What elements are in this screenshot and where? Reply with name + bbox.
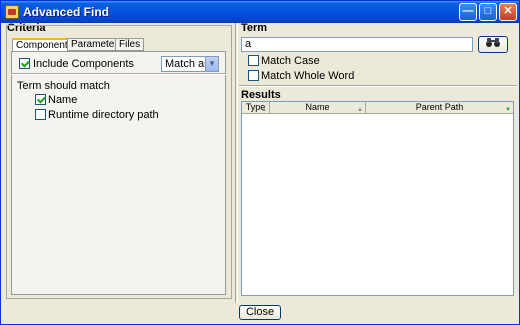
- column-header-name[interactable]: Name ▲: [270, 102, 366, 114]
- results-title: Results: [241, 89, 281, 101]
- match-whole-word-checkbox[interactable]: [248, 70, 259, 81]
- term-input-value: a: [245, 38, 252, 50]
- tab-files[interactable]: Files: [115, 38, 145, 51]
- term-title: Term: [241, 22, 268, 34]
- sort-icon: ▲: [261, 107, 267, 113]
- column-header-name-label: Name: [305, 102, 330, 112]
- column-header-parent-path[interactable]: Parent Path ▼: [366, 102, 513, 114]
- app-icon: [5, 5, 19, 19]
- match-case-checkbox[interactable]: [248, 55, 259, 66]
- match-case-label: Match Case: [261, 55, 320, 67]
- maximize-button[interactable]: □: [479, 3, 497, 21]
- include-components-label: Include Components: [33, 58, 134, 70]
- term-separator: [239, 85, 517, 87]
- close-window-button[interactable]: ✕: [499, 3, 517, 21]
- results-table[interactable]: Type ▲ Name ▲ Parent Path ▼: [241, 101, 514, 296]
- close-button[interactable]: Close: [239, 305, 281, 320]
- term-input[interactable]: a: [241, 37, 473, 52]
- column-header-parent-path-label: Parent Path: [415, 102, 464, 112]
- sort-icon: ▲: [357, 107, 363, 113]
- advanced-find-window: Advanced Find — □ ✕ Criteria Components …: [0, 0, 520, 325]
- runtime-directory-path-label: Runtime directory path: [48, 109, 159, 121]
- find-button[interactable]: [478, 36, 508, 53]
- column-header-type[interactable]: Type ▲: [242, 102, 270, 114]
- window-title: Advanced Find: [23, 5, 110, 19]
- criteria-separator: [11, 73, 226, 75]
- term-should-match-label: Term should match: [17, 80, 110, 92]
- include-components-checkbox[interactable]: [19, 58, 30, 69]
- name-label: Name: [48, 94, 78, 106]
- binoculars-icon: [486, 38, 500, 47]
- runtime-directory-path-checkbox[interactable]: [35, 109, 46, 120]
- title-bar[interactable]: Advanced Find — □ ✕: [1, 1, 519, 23]
- name-checkbox[interactable]: [35, 94, 46, 105]
- sort-icon: ▼: [505, 107, 511, 113]
- splitter[interactable]: [235, 23, 238, 303]
- match-whole-word-label: Match Whole Word: [261, 70, 355, 82]
- minimize-button[interactable]: —: [459, 3, 477, 21]
- chevron-down-icon[interactable]: ▼: [205, 57, 218, 71]
